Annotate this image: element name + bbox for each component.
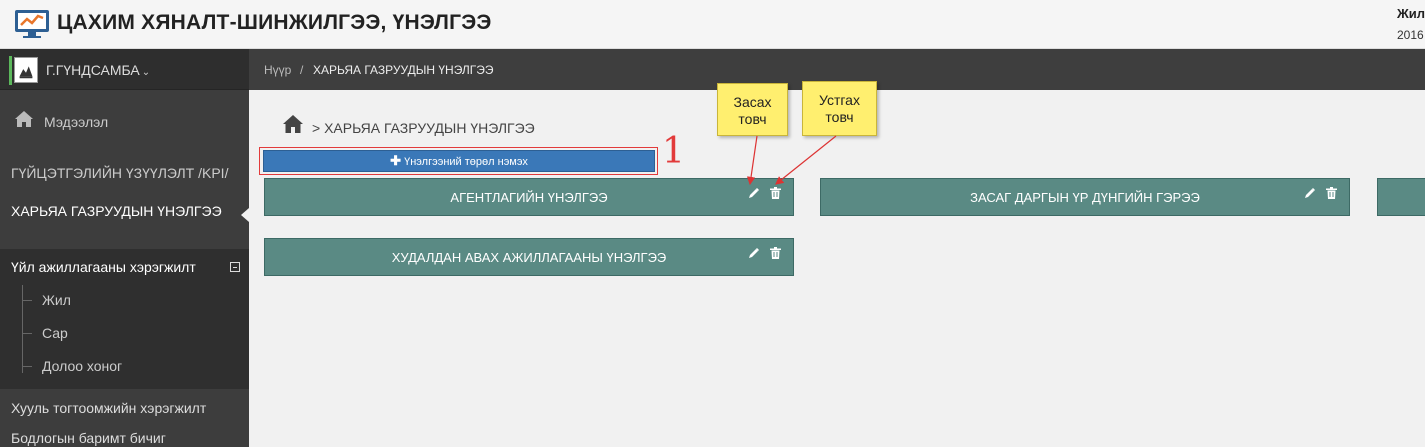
active-indicator (241, 208, 249, 222)
callout-line: товч (825, 109, 854, 125)
delete-callout-note: Устгах товч (802, 81, 877, 136)
sidebar-item-year[interactable]: Жил (0, 288, 249, 312)
sidebar-group-label[interactable]: Үйл ажиллагааны хэрэгжилт (11, 259, 196, 275)
sidebar-group-activities: Үйл ажиллагааны хэрэгжилт Жил Сар Долоо … (0, 249, 249, 389)
app-header: ЦАХИМ ХЯНАЛТ-ШИНЖИЛГЭЭ, ҮНЭЛГЭЭ Жил 2016 (0, 0, 1425, 49)
sidebar-item-label: ГҮЙЦЭТГЭЛИЙН ҮЗҮҮЛЭЛТ /KPI/ (11, 165, 229, 181)
sidebar-item-month[interactable]: Сар (0, 321, 249, 345)
pencil-icon[interactable] (748, 247, 760, 259)
sidebar-item-unit-evaluation[interactable]: ХАРЬЯА ГАЗРУУДЫН ҮНЭЛГЭЭ (0, 203, 249, 227)
tree-tick (22, 366, 32, 367)
sidebar-item-info[interactable]: Мэдээлэл (0, 101, 249, 141)
delete-arrow (775, 135, 837, 185)
evaluation-card[interactable]: ХУДАЛДАН АВАХ АЖИЛЛАГААНЫ ҮНЭЛГЭЭ (264, 238, 794, 276)
sidebar: Г.ГҮНДСАМБА ⌄ Мэдээлэл ГҮЙЦЭТГЭЛИЙН ҮЗҮҮЛ… (0, 49, 249, 447)
sidebar-item-label: Хууль тогтоомжийн хэрэгжилт (11, 400, 207, 416)
avatar (14, 57, 38, 83)
add-evaluation-type-button[interactable]: ✚ Үнэлгээний төрөл нэмэх (263, 150, 655, 172)
breadcrumb-separator: / (300, 63, 304, 77)
sidebar-item-label: Мэдээлэл (44, 114, 109, 130)
callout-line: товч (738, 111, 767, 127)
home-icon (15, 111, 33, 127)
evaluation-card[interactable]: АГЕНТЛАГИЙН ҮНЭЛГЭЭ (264, 178, 794, 216)
callout-line: Засах (733, 94, 772, 110)
trash-icon[interactable] (770, 187, 781, 199)
sidebar-item-label: Бодлогын баримт бичиг (11, 430, 166, 446)
monitor-chart-icon (15, 10, 49, 38)
annotation-number: 1 (662, 131, 685, 172)
trash-icon[interactable] (770, 247, 781, 259)
trash-icon[interactable] (1326, 187, 1337, 199)
evaluation-card[interactable] (1377, 178, 1425, 216)
sidebar-item-kpi[interactable]: ГҮЙЦЭТГЭЛИЙН ҮЗҮҮЛЭЛТ /KPI/ (0, 165, 249, 189)
card-title: АГЕНТЛАГИЙН ҮНЭЛГЭЭ (450, 190, 608, 205)
sidebar-item-label: Долоо хоног (42, 358, 123, 374)
pencil-icon[interactable] (1304, 187, 1316, 199)
app-root: ЦАХИМ ХЯНАЛТ-ШИНЖИЛГЭЭ, ҮНЭЛГЭЭ Жил 2016… (0, 0, 1425, 447)
breadcrumb-current: ХАРЬЯА ГАЗРУУДЫН ҮНЭЛГЭЭ (313, 63, 494, 77)
breadcrumb-home-link[interactable]: Нүүр (264, 63, 291, 77)
edit-arrow (746, 135, 758, 186)
pencil-icon[interactable] (748, 187, 760, 199)
page-title: > ХАРЬЯА ГАЗРУУДЫН ҮНЭЛГЭЭ (312, 120, 535, 136)
callout-line: Устгах (819, 92, 860, 108)
tree-tick (22, 333, 32, 334)
chevron-down-icon: ⌄ (141, 67, 151, 78)
card-title: ХУДАЛДАН АВАХ АЖИЛЛАГААНЫ ҮНЭЛГЭЭ (391, 250, 667, 265)
collapse-icon[interactable] (230, 262, 240, 272)
year-label: Жил (1397, 6, 1425, 21)
app-title: ЦАХИМ ХЯНАЛТ-ШИНЖИЛГЭЭ, ҮНЭЛГЭЭ (57, 11, 492, 34)
edit-callout-note: Засах товч (717, 83, 788, 136)
home-icon[interactable] (282, 114, 304, 134)
evaluation-card[interactable]: ЗАСАГ ДАРГЫН ҮР ДҮНГИЙН ГЭРЭЭ (820, 178, 1350, 216)
sidebar-item-label: Жил (42, 292, 71, 308)
plus-icon: ✚ (390, 153, 402, 168)
sidebar-item-week[interactable]: Долоо хоног (0, 354, 249, 378)
user-menu[interactable]: Г.ГҮНДСАМБА ⌄ (0, 49, 249, 90)
card-title: ЗАСАГ ДАРГЫН ҮР ДҮНГИЙН ГЭРЭЭ (970, 190, 1200, 205)
user-accent-bar (9, 56, 12, 85)
user-name[interactable]: Г.ГҮНДСАМБА ⌄ (46, 62, 150, 78)
sidebar-item-label: ХАРЬЯА ГАЗРУУДЫН ҮНЭЛГЭЭ (11, 203, 222, 219)
tree-tick (22, 300, 32, 301)
year-value[interactable]: 2016 (1397, 28, 1424, 42)
sidebar-item-label: Сар (42, 325, 68, 341)
